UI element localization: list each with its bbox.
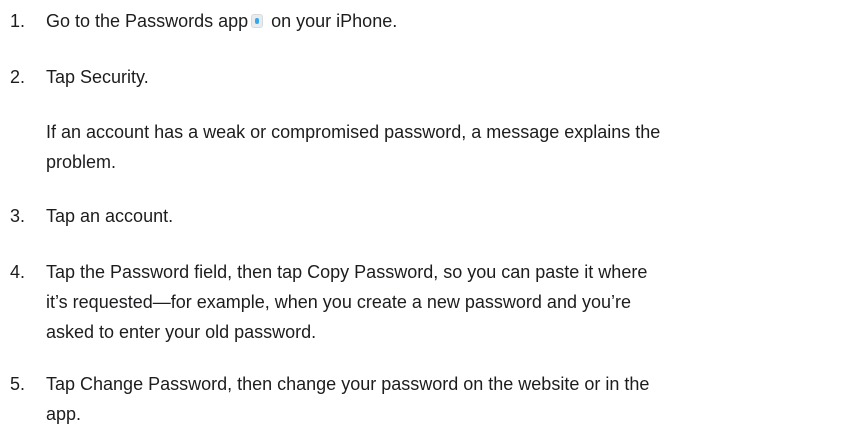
step-line: it’s requested—for example, when you cre… xyxy=(46,292,631,312)
step-text: Tap the Password field, then tap Copy Pa… xyxy=(46,257,851,347)
step-note-text: If an account has a weak or compromised … xyxy=(46,117,851,177)
step-line: Tap Change Password, then change your pa… xyxy=(46,374,650,394)
step-line: Tap the Password field, then tap Copy Pa… xyxy=(46,262,648,282)
step-number: 2. xyxy=(10,67,26,87)
step-text: Go to the Passwords app on your iPhone. xyxy=(46,6,851,36)
step-line: asked to enter your old password. xyxy=(46,322,317,342)
step-number: 4. xyxy=(10,262,26,282)
passwords-app-icon xyxy=(251,14,264,28)
step-line: app. xyxy=(46,404,82,424)
note-line: If an account has a weak or compromised … xyxy=(46,122,661,142)
note-line: problem. xyxy=(46,152,117,172)
step-number: 5. xyxy=(10,374,26,394)
step-text: Tap Security. xyxy=(46,67,149,87)
step-1-text-after-icon: on your iPhone. xyxy=(266,11,398,31)
step-text: Tap Change Password, then change your pa… xyxy=(46,369,851,429)
step-number: 1. xyxy=(10,11,26,31)
step-1-text-before-icon: Go to the Passwords app xyxy=(46,11,249,31)
step-number: 3. xyxy=(10,206,26,226)
step-text: Tap an account. xyxy=(46,206,174,226)
